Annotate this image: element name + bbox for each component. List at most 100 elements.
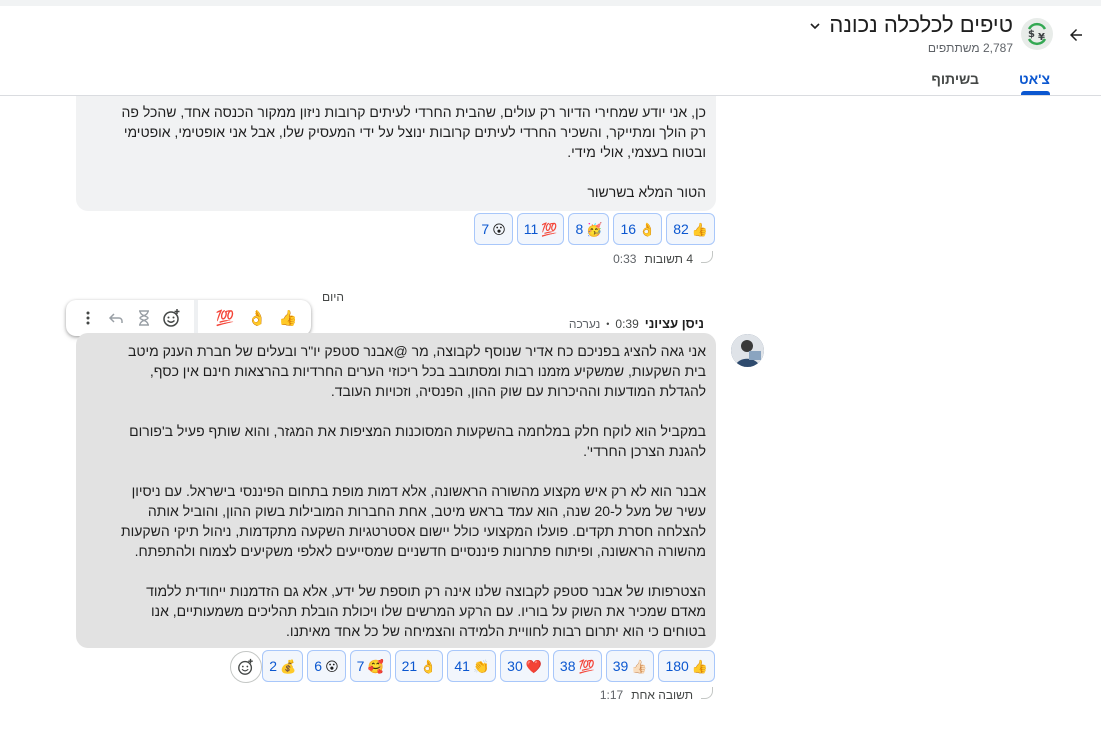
message-line: להצלחה חסרת תקדים. פועלו המקצועי כולל יי…	[120, 523, 706, 539]
message-line: מאדם שמכיר את השוק על בוריו. עם הרקע המר…	[150, 603, 706, 619]
message-line: ובטוח בעצמי, אולי מידי.	[567, 144, 706, 160]
message-line: אבנר הוא לא רק איש מקצוע מהשורה הראשונה,…	[131, 483, 706, 499]
back-button[interactable]	[1063, 22, 1089, 48]
reaction-chip[interactable]: 👍 82	[666, 213, 715, 245]
thread-connector-icon	[701, 251, 713, 263]
reaction-count: 2	[269, 658, 278, 674]
svg-text:¥: ¥	[1038, 32, 1045, 43]
reaction-count: 38	[559, 658, 576, 674]
message-line: הטור המלא בשרשור	[587, 184, 706, 200]
message-bubble-2[interactable]: אני גאה להציג בפניכם כח אדיר שנוסף לקבוצ…	[76, 333, 716, 648]
reaction-count: 7	[481, 221, 490, 237]
reaction-chip[interactable]: 👌 21	[394, 650, 444, 682]
reaction-bar-1: 👍 82 👌 16 🥳 8 💯 11 😮 7	[474, 213, 715, 245]
reaction-count: 16	[620, 221, 637, 237]
message-line: במקביל הוא לוקח חלק במלחמה בהשקעות המסוכ…	[129, 423, 706, 439]
chevron-down-icon	[809, 20, 821, 32]
message-time: 0:39	[615, 316, 639, 331]
red-heart-icon: ❤️	[525, 658, 542, 674]
message-line: רק הולך ומתייקר, והשכיר החרדי לעיתים קרו…	[123, 124, 706, 140]
reaction-count: 11	[523, 221, 539, 237]
reaction-count: 39	[612, 658, 629, 674]
money-bag-icon: 💰	[280, 658, 297, 674]
currency-exchange-icon: $ ¥	[1027, 22, 1047, 46]
add-reaction-icon[interactable]	[160, 306, 184, 330]
smiling-hearts-icon: 🥰	[367, 658, 384, 674]
party-face-icon: 🥳	[586, 221, 603, 237]
message-meta: ניסן עציוני 0:39 • נערכה	[569, 316, 704, 331]
message-line: להגנת הצרכן החרדי'.	[583, 443, 706, 459]
group-avatar[interactable]: $ ¥	[1021, 18, 1053, 50]
toolbar-divider	[194, 300, 198, 336]
thread-connector-icon	[701, 687, 713, 699]
hundred-points-icon: 💯	[541, 221, 558, 237]
message-line: הצטרפותו של אבנר סטפק לקבוצה שלנו אינה ר…	[146, 583, 706, 599]
more-vert-icon[interactable]	[76, 306, 100, 330]
quick-reaction-hundred-points-icon[interactable]: 💯	[213, 306, 237, 330]
reaction-count: 180	[665, 658, 689, 674]
hundred-points-icon: 💯	[578, 658, 595, 674]
reply-icon[interactable]	[104, 306, 128, 330]
reaction-count: 82	[673, 221, 689, 237]
add-reaction-button[interactable]	[230, 651, 262, 683]
quick-reaction-ok-hand-icon[interactable]: 👌	[245, 306, 269, 330]
sender-name[interactable]: ניסן עציוני	[645, 316, 704, 331]
avatar[interactable]	[731, 334, 764, 367]
group-title: טיפים לכלכלה נכונה	[829, 12, 1013, 37]
quick-reaction-thumbs-up-icon[interactable]: 👍	[276, 306, 300, 330]
dot-separator: •	[606, 318, 610, 329]
message-line: להגדלת המודעות וההיכרות עם שוק ההון, הפנ…	[330, 383, 706, 399]
reaction-count: 6	[314, 658, 323, 674]
day-divider: היום	[322, 290, 344, 304]
reaction-chip[interactable]: 💯 11	[516, 213, 565, 245]
reaction-chip[interactable]: 😮 7	[474, 213, 513, 245]
message-line: עשיר של מעל ל-20 שנה, הוא עמד בראש מיטב,…	[147, 503, 706, 519]
reaction-chip[interactable]: 💯 38	[552, 650, 602, 682]
thumbs-up-icon: 👍	[691, 658, 708, 674]
hourglass-icon[interactable]	[132, 306, 156, 330]
thread-link-2[interactable]: תשובה אחת 1:17	[599, 687, 713, 702]
message-line: בית השקעות, שמשקיע מזמנו רבות ומסתובב בכ…	[149, 363, 706, 379]
chat-header: $ ¥ טיפים לכלכלה נכונה 2,787 משתתפים צ'א…	[0, 0, 1101, 96]
message-line: מהשורה הראשונה, ופיתוח פתרונות פיננסיים …	[134, 543, 706, 559]
reaction-count: 41	[454, 658, 470, 674]
thread-link-1[interactable]: 4 תשובות 0:33	[613, 251, 713, 266]
message-line: בטוחים כי הוא יתרום רבות לחוויית הלמידה …	[286, 623, 706, 639]
tab-shared[interactable]: בשיתוף	[931, 71, 979, 87]
thumbs-up-light-icon: 👍🏻	[631, 658, 648, 674]
thread-replies-label[interactable]: תשובה אחת	[631, 688, 693, 702]
reaction-count: 30	[507, 658, 523, 674]
reaction-chip[interactable]: 💰 2	[262, 650, 304, 682]
reaction-chip[interactable]: 🥰 7	[349, 650, 391, 682]
clapping-hands-icon: 👏	[472, 658, 490, 674]
reaction-count: 7	[356, 658, 365, 674]
reaction-count: 21	[401, 658, 418, 674]
reaction-chip[interactable]: 🥳 8	[568, 213, 610, 245]
message-hover-toolbar: 💯 👌 👍	[66, 300, 311, 336]
reaction-count: 8	[575, 221, 584, 237]
ok-hand-icon: 👌	[420, 658, 437, 674]
thumbs-up-icon: 👍	[691, 221, 708, 237]
message-line: אני גאה להציג בפניכם כח אדיר שנוסף לקבוצ…	[128, 343, 706, 359]
surprised-face-icon: 😮	[325, 658, 339, 674]
active-tab-indicator	[1021, 91, 1050, 95]
reaction-chip[interactable]: 👌 16	[613, 213, 663, 245]
surprised-face-icon: 😮	[492, 221, 506, 237]
thread-replies-label[interactable]: 4 תשובות	[644, 252, 693, 266]
member-count[interactable]: 2,787 משתתפים	[928, 41, 1013, 55]
group-title-button[interactable]: טיפים לכלכלה נכונה	[809, 12, 1013, 38]
reaction-chip[interactable]: 👍🏻 39	[605, 650, 655, 682]
ok-hand-icon: 👌	[639, 221, 656, 237]
reaction-chip[interactable]: 👏 41	[447, 650, 497, 682]
add-reaction-icon	[238, 658, 253, 675]
thread-last-reply-time: 0:33	[613, 252, 637, 266]
tab-chat[interactable]: צ'אט	[1019, 71, 1050, 87]
reaction-chip[interactable]: 😮 6	[307, 650, 346, 682]
thread-last-reply-time: 1:17	[599, 688, 624, 702]
message-bubble-1[interactable]: כן, אני יודע שמחירי הדיור רק עולים, שהבי…	[76, 96, 716, 211]
reaction-chip[interactable]: 👍 180	[658, 650, 715, 682]
reaction-chip[interactable]: ❤️ 30	[500, 650, 549, 682]
svg-text:$: $	[1028, 29, 1035, 40]
message-line: כן, אני יודע שמחירי הדיור רק עולים, שהבי…	[121, 104, 706, 120]
arrow-back-icon	[1070, 29, 1082, 41]
